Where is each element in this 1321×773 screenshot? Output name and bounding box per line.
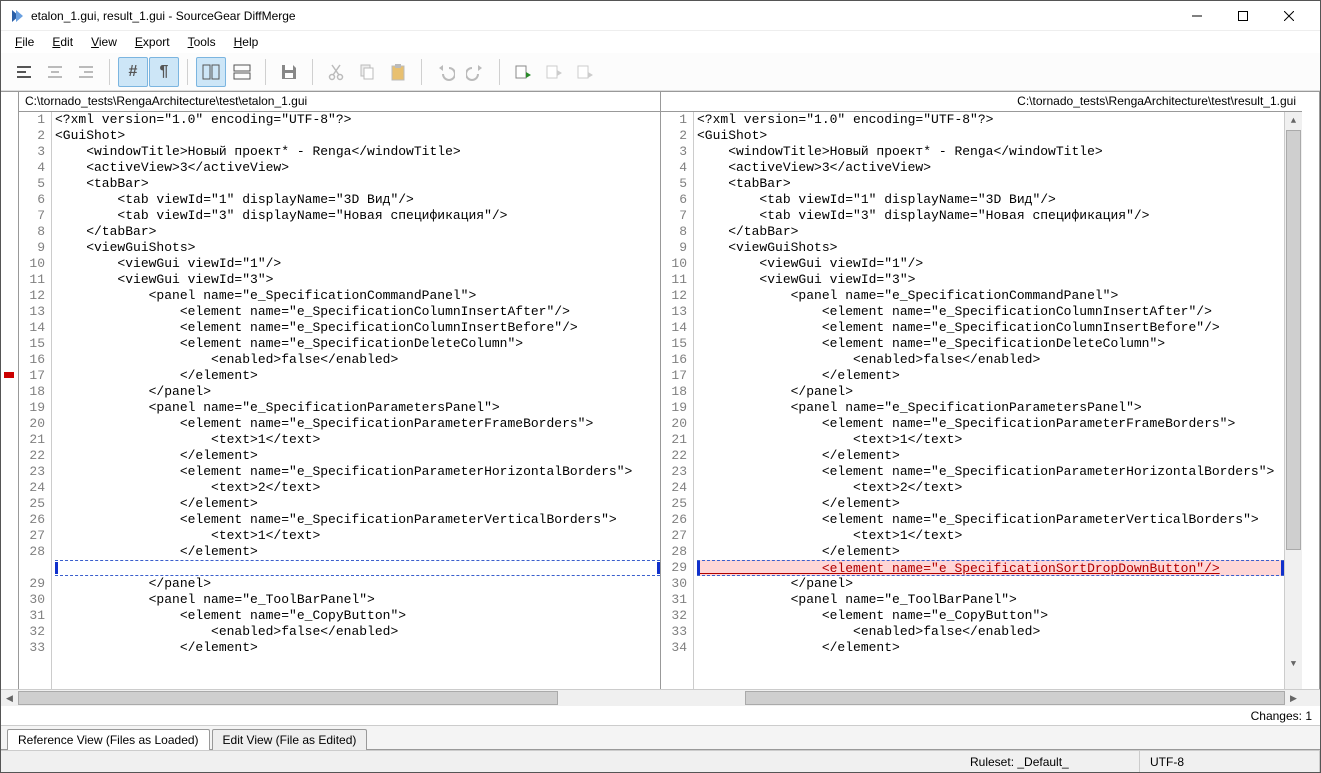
status-ruleset: Ruleset: _Default_ [960, 751, 1140, 772]
right-gutter: 1234567891011121314151617181920212223242… [661, 112, 694, 689]
overview-strip-right[interactable] [1302, 92, 1320, 689]
hscroll-thumb-right[interactable] [745, 691, 1285, 705]
menubar: FileEditViewExportToolsHelp [1, 31, 1320, 53]
prev-diff-icon[interactable] [539, 57, 569, 87]
undo-icon[interactable] [430, 57, 460, 87]
hash-icon[interactable]: # [118, 57, 148, 87]
tab-reference-view[interactable]: Reference View (Files as Loaded) [7, 729, 210, 750]
right-editor[interactable]: 1234567891011121314151617181920212223242… [661, 112, 1302, 689]
maximize-button[interactable] [1220, 1, 1266, 31]
changes-label: Changes: 1 [1251, 709, 1312, 723]
menu-export[interactable]: Export [127, 33, 178, 51]
right-file-path: C:\tornado_tests\RengaArchitecture\test\… [661, 92, 1302, 112]
paste-icon[interactable] [383, 57, 413, 87]
vscroll-thumb[interactable] [1286, 130, 1301, 550]
left-code[interactable]: <?xml version="1.0" encoding="UTF-8"?><G… [52, 112, 660, 689]
save-icon[interactable] [274, 57, 304, 87]
minimize-button[interactable] [1174, 1, 1220, 31]
view-tabs: Reference View (Files as Loaded) Edit Vi… [1, 726, 1320, 750]
redo-icon[interactable] [461, 57, 491, 87]
toolbar: #¶ [1, 53, 1320, 91]
app-icon [9, 8, 25, 24]
titlebar: etalon_1.gui, result_1.gui - SourceGear … [1, 1, 1320, 31]
left-editor[interactable]: 1234567891011121314151617181920212223242… [19, 112, 660, 689]
last-diff-icon[interactable] [570, 57, 600, 87]
close-button[interactable] [1266, 1, 1312, 31]
scroll-up-icon[interactable]: ▲ [1285, 112, 1302, 129]
overview-strip-left[interactable] [1, 92, 19, 689]
left-pane: C:\tornado_tests\RengaArchitecture\test\… [19, 92, 661, 689]
split-horizontal-icon[interactable] [227, 57, 257, 87]
cut-icon[interactable] [321, 57, 351, 87]
next-diff-icon[interactable] [508, 57, 538, 87]
menu-file[interactable]: File [7, 33, 42, 51]
window-title: etalon_1.gui, result_1.gui - SourceGear … [31, 9, 1174, 23]
pilcrow-icon[interactable]: ¶ [149, 57, 179, 87]
statusbar: Ruleset: _Default_ UTF-8 [1, 750, 1320, 772]
menu-tools[interactable]: Tools [180, 33, 224, 51]
right-pane: C:\tornado_tests\RengaArchitecture\test\… [661, 92, 1302, 689]
main-area: C:\tornado_tests\RengaArchitecture\test\… [1, 91, 1320, 726]
status-encoding: UTF-8 [1140, 751, 1320, 772]
align-left-icon[interactable] [9, 57, 39, 87]
align-center-icon[interactable] [40, 57, 70, 87]
left-gutter: 1234567891011121314151617181920212223242… [19, 112, 52, 689]
menu-edit[interactable]: Edit [44, 33, 81, 51]
right-code[interactable]: <?xml version="1.0" encoding="UTF-8"?><G… [694, 112, 1284, 689]
window-buttons [1174, 1, 1312, 31]
diff-marker [4, 372, 14, 378]
menu-help[interactable]: Help [226, 33, 267, 51]
scroll-down-icon[interactable]: ▼ [1285, 655, 1302, 672]
hscroll-thumb-left[interactable] [18, 691, 558, 705]
hscroll-left-icon[interactable]: ◀ [1, 690, 18, 707]
copy-icon[interactable] [352, 57, 382, 87]
align-right-icon[interactable] [71, 57, 101, 87]
tab-edit-view[interactable]: Edit View (File as Edited) [212, 729, 368, 750]
split-vertical-icon[interactable] [196, 57, 226, 87]
hscroll-right-icon[interactable]: ▶ [1285, 690, 1302, 707]
menu-view[interactable]: View [83, 33, 125, 51]
changes-summary: Changes: 1 [1, 706, 1320, 726]
left-file-path: C:\tornado_tests\RengaArchitecture\test\… [19, 92, 660, 112]
vertical-scrollbar[interactable]: ▲ ▼ [1284, 112, 1302, 689]
horizontal-scrollbar[interactable]: ◀ ▶ [1, 689, 1320, 706]
